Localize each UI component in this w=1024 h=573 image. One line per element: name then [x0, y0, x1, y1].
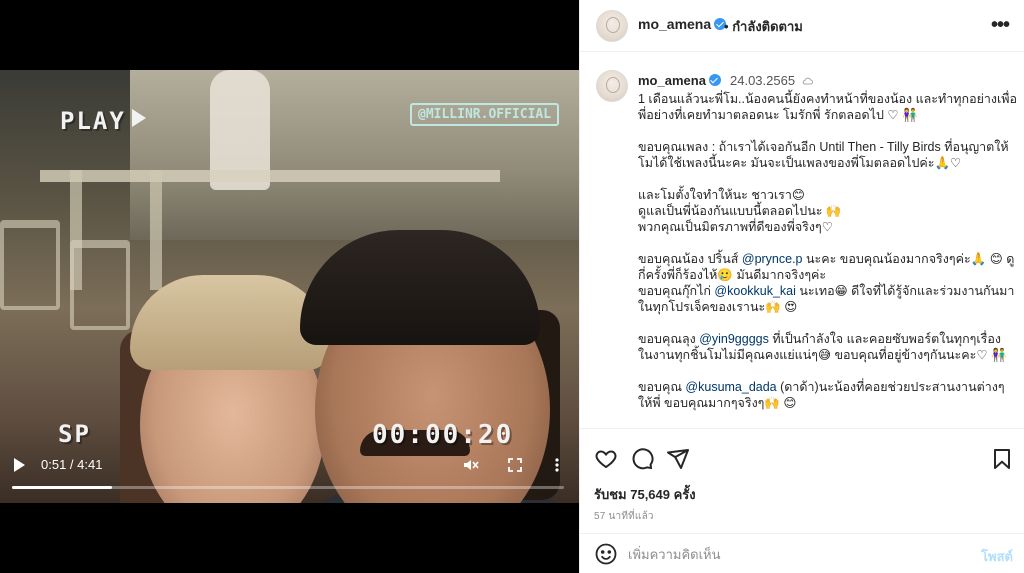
caption-username-link[interactable]: mo_amena	[638, 73, 721, 88]
caption-date: 24.03.2565	[730, 73, 813, 88]
video-player[interactable]: PLAY @MILLINR.OFFICIAL SP 00:00:20 0:51 …	[0, 0, 579, 573]
caption-paragraph: และโมตั้งใจทำให้นะ ชาวเรา😊 ดูแลเป็นพี่น้…	[638, 188, 842, 234]
comment-bubble-icon[interactable]	[630, 447, 654, 471]
post-actions: รับชม 75,649 ครั้ง 57 นาทีที่แล้ว	[580, 428, 1024, 548]
more-options-icon[interactable]: •••	[991, 14, 1010, 37]
header-separator: •	[724, 19, 729, 34]
play-icon[interactable]	[14, 458, 26, 472]
vhs-play-overlay: PLAY	[60, 107, 146, 135]
background-chair	[0, 220, 60, 310]
mention-link[interactable]: @kookkuk_kai	[714, 284, 795, 298]
caption-paragraph: ขอบคุณลุง @yin9ggggs ที่เป็นกำลังใจ และค…	[638, 332, 1007, 362]
caption-date-text: 24.03.2565	[730, 73, 796, 88]
vhs-sp-overlay: SP	[58, 420, 91, 448]
caption-paragraph: ขอบคุณน้อง ปริ้นส์ @prynce.p นะคะ ขอบคุณ…	[638, 252, 1015, 314]
more-options-icon[interactable]	[548, 456, 566, 474]
caption-avatar[interactable]	[596, 70, 628, 102]
mention-link[interactable]: @prynce.p	[742, 252, 803, 266]
person-right-cap	[300, 230, 540, 345]
view-count[interactable]: รับชม 75,649 ครั้ง	[594, 484, 696, 505]
caption-username[interactable]: mo_amena	[638, 73, 706, 88]
mute-icon[interactable]	[462, 456, 480, 474]
caption-paragraph: ขอบคุณ @kusuma_dada (ดาด้า)นะน้องที่คอยช…	[638, 380, 1005, 410]
vhs-play-text: PLAY	[60, 107, 126, 135]
following-label[interactable]: กำลังติดตาม	[732, 19, 803, 34]
following-status[interactable]: • กำลังติดตาม	[724, 16, 803, 37]
fullscreen-icon[interactable]	[506, 456, 524, 474]
seek-bar[interactable]	[12, 486, 564, 489]
share-send-icon[interactable]	[666, 447, 690, 471]
header-username-link[interactable]: mo_amena	[638, 16, 727, 32]
caption-text: 1 เดือนแล้วนะพี่โม..น้องคนนี้ยังคงทำหน้า…	[638, 91, 1018, 427]
bookmark-icon[interactable]	[990, 447, 1014, 471]
comment-bar: โพสต์	[580, 533, 1024, 573]
vhs-timecode-overlay: 00:00:20	[372, 420, 514, 450]
caption-area[interactable]: mo_amena 24.03.2565 1 เดือนแล้วนะพี่โม..…	[580, 53, 1024, 427]
verified-badge-icon	[708, 74, 721, 86]
emoji-smiley-icon[interactable]	[595, 543, 617, 565]
post-side-panel: mo_amena • กำลังติดตาม ••• mo_amena 24.0…	[579, 0, 1024, 573]
avatar[interactable]	[596, 10, 628, 42]
post-header: mo_amena • กำลังติดตาม •••	[580, 0, 1024, 52]
mention-link[interactable]: @yin9ggggs	[699, 332, 769, 346]
video-time-readout: 0:51 / 4:41	[41, 457, 103, 472]
comment-input[interactable]	[628, 542, 958, 566]
seek-bar-progress	[12, 486, 112, 489]
background-chair	[70, 240, 130, 330]
cloud-icon	[802, 77, 813, 85]
caption-paragraph: ขอบคุณเพลง : ถ้าเราได้เจอกันอีก Until Th…	[638, 140, 1009, 170]
vhs-play-icon	[131, 109, 146, 127]
mention-link[interactable]: @kusuma_dada	[685, 380, 776, 394]
post-comment-button[interactable]: โพสต์	[981, 546, 1013, 567]
header-username[interactable]: mo_amena	[638, 16, 711, 32]
like-heart-icon[interactable]	[594, 447, 618, 471]
video-watermark: @MILLINR.OFFICIAL	[410, 103, 560, 126]
background-post	[150, 170, 162, 290]
video-controls: 0:51 / 4:41	[0, 450, 579, 495]
background-building	[130, 70, 579, 240]
caption-paragraph: 1 เดือนแล้วนะพี่โม..น้องคนนี้ยังคงทำหน้า…	[638, 92, 1018, 122]
background-railing	[40, 170, 500, 182]
post-time-ago[interactable]: 57 นาทีที่แล้ว	[594, 509, 654, 524]
